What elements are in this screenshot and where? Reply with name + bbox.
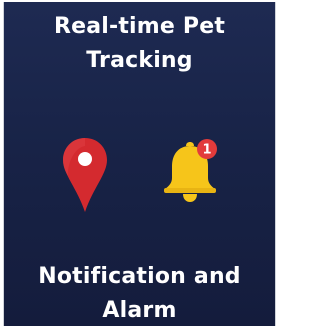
map-pin-icon: [63, 138, 107, 212]
feature-card: Real-time Pet Tracking 1 Notification an…: [3, 2, 276, 326]
bell-icon: 1: [164, 139, 217, 202]
notification-badge-count: 1: [202, 143, 211, 158]
feature-title: Real-time Pet Tracking: [4, 10, 275, 78]
feature-title-line-1: Real-time Pet: [53, 14, 226, 39]
feature-title-line-2: Tracking: [86, 48, 193, 73]
feature-subtitle-line-2: Alarm: [102, 298, 177, 323]
feature-subtitle: Notification and Alarm: [4, 260, 275, 326]
feature-subtitle-line-1: Notification and: [38, 264, 241, 289]
notification-badge: 1: [197, 139, 217, 159]
